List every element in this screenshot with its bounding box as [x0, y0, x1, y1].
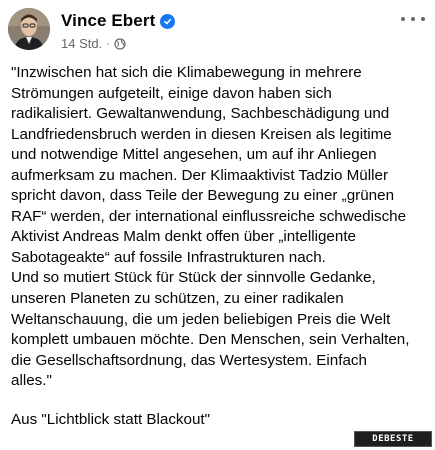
post-body-line: Und so mutiert Stück für Stück der sinnv…	[11, 269, 376, 287]
post-body-line: und notwendige Mittel angesehen, um auf …	[11, 146, 377, 164]
meta-separator: ·	[106, 37, 110, 50]
facebook-post: Vince Ebert 14 Std. · "Inzwischen hat si…	[0, 0, 435, 450]
post-body-line: Aktivist Andreas Malm denkt offen über „…	[11, 228, 356, 246]
post-body-line: komplett umbauen möchte. Den Menschen, s…	[11, 331, 410, 349]
post-body-line: Strömungen aufgeteilt, einige davon habe…	[11, 84, 332, 102]
more-horizontal-icon	[411, 17, 415, 21]
post-body-line: Sabotageakte“ auf fossile Infrastrukture…	[11, 248, 326, 266]
more-horizontal-icon	[421, 17, 425, 21]
post-body-line: unseren Planeten zu schützen, zu einer r…	[11, 290, 344, 308]
post-timestamp[interactable]: 14 Std.	[61, 36, 102, 51]
watermark-logo: DEBESTE	[354, 431, 432, 447]
more-horizontal-icon	[401, 17, 405, 21]
post-source: Aus "Lichtblick statt Blackout"	[11, 411, 211, 428]
author-row: Vince Ebert	[61, 11, 176, 31]
author-avatar[interactable]	[8, 8, 50, 50]
author-name[interactable]: Vince Ebert	[61, 11, 155, 31]
post-body-line: aufmerksam zu machen. Der Klimaaktivist …	[11, 166, 389, 184]
avatar-photo	[8, 8, 50, 50]
post-meta: 14 Std. ·	[61, 36, 126, 51]
post-body-line: RAF“ werden, der international einflussr…	[11, 207, 407, 225]
globe-icon[interactable]	[114, 37, 126, 50]
post-body-line: Landfriedensbruch werden in diesen Kreis…	[11, 125, 392, 143]
post-body-line: Weltanschauung, die um jeden beliebigen …	[11, 310, 391, 328]
verified-badge-icon	[160, 13, 176, 29]
post-body-line: spricht davon, dass Teile der Bewegung z…	[11, 187, 395, 205]
post-body-line: alles."	[11, 372, 52, 390]
post-body: "Inzwischen hat sich die Klimabewegung i…	[11, 63, 427, 392]
more-options-button[interactable]	[401, 12, 425, 26]
post-body-line: radikalisiert. Gewaltanwendung, Sachbesc…	[11, 105, 390, 123]
post-body-line: die Gesellschaftsordnung, das Wertesyste…	[11, 351, 367, 369]
post-body-line: "Inzwischen hat sich die Klimabewegung i…	[11, 64, 362, 81]
